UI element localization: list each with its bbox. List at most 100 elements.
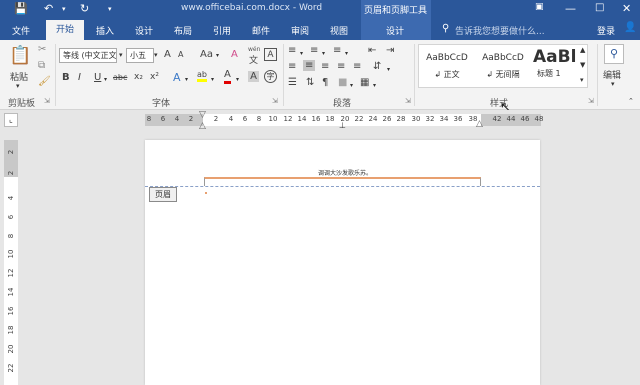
increase-indent-icon[interactable]: ⇥ bbox=[386, 45, 394, 56]
font-size-dropdown-icon[interactable]: ▾ bbox=[154, 51, 158, 59]
tell-me-box[interactable]: 告诉我您想要做什么... bbox=[455, 24, 545, 37]
clear-formatting-icon[interactable]: A bbox=[231, 49, 238, 60]
decrease-indent-icon[interactable]: ⇤ bbox=[368, 45, 376, 56]
font-name-dropdown-icon[interactable]: ▾ bbox=[119, 51, 123, 59]
phonetic-guide-icon[interactable]: 文 bbox=[249, 53, 258, 66]
font-color-dropdown-icon[interactable]: ▾ bbox=[236, 76, 239, 83]
styles-launcher-icon[interactable]: ⇲ bbox=[588, 97, 594, 105]
customize-qat-icon[interactable]: ▾ bbox=[108, 5, 112, 13]
tab-references[interactable]: 引用 bbox=[213, 24, 231, 37]
italic-button[interactable]: I bbox=[78, 72, 81, 83]
style-normal-preview: AaBbCcD bbox=[426, 53, 468, 63]
underline-button[interactable]: U bbox=[94, 72, 101, 83]
redo-icon[interactable]: ↻ bbox=[80, 2, 89, 15]
character-border-icon[interactable]: A bbox=[264, 48, 277, 61]
close-icon[interactable]: ✕ bbox=[622, 2, 631, 15]
shading-dropdown-icon[interactable]: ▾ bbox=[350, 82, 353, 89]
styles-scroll-down-icon[interactable]: ▼ bbox=[580, 61, 585, 69]
center-tab-marker-icon[interactable]: ⊥ bbox=[339, 121, 346, 130]
distributed-icon[interactable]: ≡ bbox=[353, 61, 361, 72]
shrink-font-icon[interactable]: A bbox=[178, 50, 183, 59]
tab-review[interactable]: 审阅 bbox=[291, 24, 309, 37]
ruler-tick-label: 36 bbox=[453, 115, 463, 123]
tab-design[interactable]: 设计 bbox=[135, 24, 153, 37]
hanging-indent-marker-icon[interactable]: △ bbox=[199, 121, 206, 131]
text-effects-dropdown-icon[interactable]: ▾ bbox=[185, 76, 188, 83]
maximize-icon[interactable]: □ bbox=[595, 2, 604, 13]
clipboard-launcher-icon[interactable]: ⇲ bbox=[44, 97, 50, 105]
minimize-icon[interactable]: — bbox=[565, 2, 576, 15]
style-heading-1-name: 标题 1 bbox=[537, 69, 561, 78]
change-case-dropdown-icon[interactable]: ▾ bbox=[216, 52, 219, 59]
highlight-dropdown-icon[interactable]: ▾ bbox=[211, 76, 214, 83]
bold-button[interactable]: B bbox=[62, 72, 70, 83]
sort-icon[interactable]: ⇅ bbox=[306, 77, 314, 88]
text-effects-icon[interactable]: A bbox=[173, 71, 181, 84]
justify-icon[interactable]: ≡ bbox=[337, 61, 345, 72]
undo-dropdown-icon[interactable]: ▾ bbox=[62, 5, 66, 13]
tab-mailings[interactable]: 邮件 bbox=[252, 24, 270, 37]
enclose-characters-icon[interactable]: 字 bbox=[264, 70, 277, 83]
superscript-button[interactable]: x² bbox=[150, 72, 159, 82]
change-case-icon[interactable]: Aa bbox=[200, 49, 213, 60]
tab-selector-icon[interactable]: ⌞ bbox=[4, 113, 18, 127]
undo-icon[interactable]: ↶ bbox=[44, 2, 53, 15]
tab-hf-design-label: 设计 bbox=[386, 27, 405, 37]
collapse-ribbon-icon[interactable]: ⌃ bbox=[628, 97, 634, 105]
grow-font-icon[interactable]: A bbox=[164, 49, 171, 60]
document-title: www.officebai.com.docx - Word bbox=[181, 3, 323, 13]
show-marks-icon[interactable]: ¶ bbox=[322, 77, 328, 88]
right-indent-marker-icon[interactable]: △ bbox=[476, 119, 483, 129]
copy-icon[interactable]: ⧉ bbox=[38, 60, 45, 71]
first-line-indent-marker-icon[interactable]: ▽ bbox=[199, 110, 206, 120]
multilevel-list-icon[interactable]: ≡ bbox=[333, 45, 341, 56]
tab-insert[interactable]: 插入 bbox=[96, 24, 114, 37]
font-launcher-icon[interactable]: ⇲ bbox=[272, 97, 278, 105]
underline-dropdown-icon[interactable]: ▾ bbox=[104, 76, 107, 83]
line-spacing-dropdown-icon[interactable]: ▾ bbox=[387, 66, 390, 73]
numbering-icon[interactable]: ≡ bbox=[310, 45, 318, 56]
strikethrough-button[interactable]: abc bbox=[113, 73, 127, 82]
format-painter-icon[interactable]: 🖌 bbox=[38, 76, 51, 87]
share-icon[interactable]: 👤 bbox=[624, 22, 636, 33]
styles-scroll-up-icon[interactable]: ▲ bbox=[580, 46, 585, 54]
style-heading-1[interactable]: AaBl 标题 1 bbox=[531, 46, 577, 86]
highlight-icon[interactable]: ab bbox=[197, 70, 207, 82]
style-no-spacing[interactable]: AaBbCcD ↲ 无间隔 bbox=[476, 46, 530, 86]
editing-dropdown-icon[interactable]: ▾ bbox=[611, 80, 615, 88]
ruler-tick-label: 30 bbox=[411, 115, 421, 123]
ribbon-display-icon[interactable]: ▣ bbox=[535, 2, 544, 12]
align-left-icon[interactable]: ≡ bbox=[288, 61, 296, 72]
font-size-box[interactable]: 小五 bbox=[126, 48, 154, 63]
bullets-dropdown-icon[interactable]: ▾ bbox=[300, 50, 303, 57]
chinese-layout-icon[interactable]: ☰ bbox=[288, 77, 297, 88]
tab-layout[interactable]: 布局 bbox=[174, 24, 192, 37]
tab-file[interactable]: 文件 bbox=[12, 24, 30, 37]
save-icon[interactable]: 💾 bbox=[14, 2, 28, 15]
editing-find-icon[interactable]: ⚲ bbox=[604, 44, 624, 64]
borders-dropdown-icon[interactable]: ▾ bbox=[373, 82, 376, 89]
styles-more-icon[interactable]: ▾ bbox=[580, 76, 584, 84]
paste-dropdown-icon[interactable]: ▾ bbox=[16, 82, 20, 90]
bullets-icon[interactable]: ≡ bbox=[288, 45, 296, 56]
header-text[interactable]: 调调大沙发歌乐苏。 bbox=[318, 168, 372, 177]
subscript-button[interactable]: x₂ bbox=[134, 72, 143, 82]
paste-icon[interactable]: 📋 bbox=[8, 44, 32, 68]
shading-icon[interactable]: ■ bbox=[338, 77, 347, 88]
paragraph-launcher-icon[interactable]: ⇲ bbox=[405, 97, 411, 105]
align-right-icon[interactable]: ≡ bbox=[321, 61, 329, 72]
borders-icon[interactable]: ▦ bbox=[360, 77, 369, 88]
font-color-icon[interactable]: A bbox=[224, 69, 231, 84]
line-spacing-icon[interactable]: ⇵ bbox=[373, 61, 381, 72]
character-shading-icon[interactable]: A bbox=[248, 71, 259, 82]
signin-link[interactable]: 登录 bbox=[597, 24, 615, 37]
tab-view[interactable]: 视图 bbox=[330, 24, 348, 37]
multilevel-dropdown-icon[interactable]: ▾ bbox=[345, 50, 348, 57]
tab-home[interactable]: 开始 bbox=[46, 20, 84, 40]
cut-icon[interactable]: ✂ bbox=[38, 44, 46, 55]
vruler-tick-label: 10 bbox=[7, 249, 15, 259]
font-name-box[interactable]: 等线 (中文正文 bbox=[59, 48, 117, 63]
numbering-dropdown-icon[interactable]: ▾ bbox=[322, 50, 325, 57]
style-normal[interactable]: AaBbCcD ↲ 正文 bbox=[420, 46, 474, 86]
align-center-icon[interactable]: ≡ bbox=[303, 60, 316, 71]
